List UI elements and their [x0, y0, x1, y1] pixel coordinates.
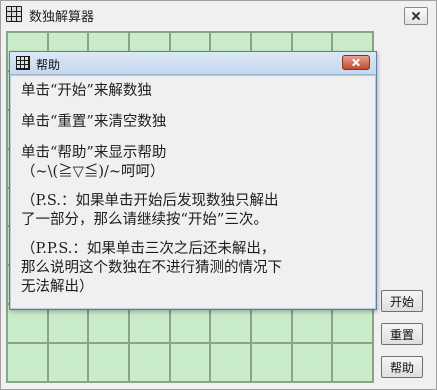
sudoku-cell[interactable] — [252, 305, 291, 343]
main-close-button[interactable] — [404, 7, 428, 25]
help-dialog-title: 帮助 — [36, 58, 61, 72]
sudoku-cell[interactable] — [8, 344, 47, 381]
sudoku-app-icon — [16, 56, 30, 70]
reset-button[interactable]: 重置 — [381, 323, 423, 345]
start-button[interactable]: 开始 — [381, 290, 423, 312]
sudoku-cell[interactable] — [48, 305, 88, 343]
help-line-start: 单击“开始”来解数独 — [21, 83, 152, 99]
help-line-pps-2: 那么说明这个数独在不进行猜测的情况下 — [21, 260, 282, 276]
sudoku-cell[interactable] — [333, 344, 372, 381]
help-button[interactable]: 帮助 — [381, 356, 423, 378]
sudoku-cell[interactable] — [89, 305, 128, 343]
sudoku-cell[interactable] — [211, 344, 250, 381]
help-dialog-titlebar[interactable]: 帮助 — [10, 52, 376, 75]
help-dialog: 帮助 单击“开始”来解数独 单击“重置”来清空数独 单击“帮助”来显示帮助 （~… — [9, 51, 377, 310]
help-line-ps-1: （P.S.：如果单击开始后发现数独只解出 — [21, 193, 279, 209]
help-line-pps-1: （P.P.S.：如果单击三次之后还未解出， — [21, 241, 276, 257]
main-window-title: 数独解算器 — [29, 10, 95, 25]
main-titlebar[interactable]: 数独解算器 — [1, 1, 436, 29]
sudoku-cell[interactable] — [170, 305, 210, 343]
sudoku-cell[interactable] — [170, 344, 210, 381]
sudoku-app-icon — [6, 6, 22, 22]
help-line-ps-2: 了一部分，那么请继续按“开始”三次。 — [21, 212, 268, 228]
help-line-emoticon: （~\(≧▽≦)/~呵呵） — [21, 164, 165, 180]
help-text-area: 单击“开始”来解数独 单击“重置”来清空数独 单击“帮助”来显示帮助 （~\(≧… — [10, 75, 376, 309]
sudoku-cell[interactable] — [89, 344, 128, 381]
sudoku-cell[interactable] — [130, 305, 169, 343]
sudoku-cell[interactable] — [292, 344, 332, 381]
sudoku-cell[interactable] — [130, 344, 169, 381]
sudoku-cell[interactable] — [48, 344, 88, 381]
sudoku-cell[interactable] — [211, 305, 250, 343]
sudoku-cell[interactable] — [252, 344, 291, 381]
help-line-help: 单击“帮助”来显示帮助 — [21, 145, 167, 161]
help-line-reset: 单击“重置”来清空数独 — [21, 114, 167, 130]
sudoku-cell[interactable] — [333, 305, 372, 343]
sudoku-cell[interactable] — [8, 305, 47, 343]
sudoku-cell[interactable] — [292, 305, 332, 343]
help-close-button[interactable] — [342, 55, 370, 70]
help-line-pps-3: 无法解出） — [21, 279, 94, 295]
